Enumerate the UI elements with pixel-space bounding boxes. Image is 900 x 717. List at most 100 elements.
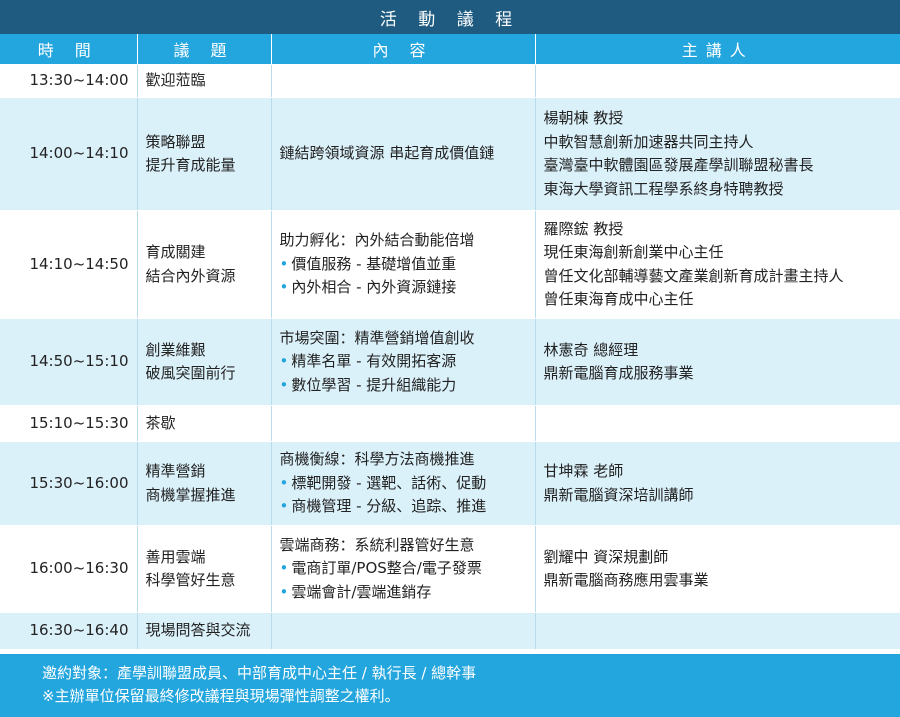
row-topic: 善用雲端科學管好生意 [137,525,272,613]
row-time: 15:10~15:30 [0,405,138,442]
content-title: 市場突圍：精準營銷增值創收 [279,328,475,347]
content-bullet: • 商機管理 - 分級、追踪、推進 [280,495,527,519]
row-topic: 創業維艱破風突圍前行 [137,318,272,406]
row-content [271,612,536,650]
speaker-line: 鼎新電腦育成服務事業 [543,364,694,382]
bullet-text: 電商訂單/POS整合/電子發票 [291,559,482,578]
speaker-line: 曾任文化部輔導藝文產業創新育成計畫主持人 [543,266,844,285]
row-speaker: 甘坤霖 老師鼎新電腦資深培訓講師 [535,441,900,526]
topic-line: 提升育成能量 [145,156,236,174]
topic-line: 策略聯盟 [145,132,206,151]
bullet-dot-icon: • [279,278,289,297]
row-time: 13:30~14:00 [0,64,138,98]
row-topic: 歡迎蒞臨 [137,64,272,98]
row-speaker [535,64,900,98]
speaker-line: 東海大學資訊工程學系終身特聘教授 [543,179,784,198]
footer-disclaimer-line: ※主辦單位保留最終修改議程與現場彈性調整之權利。 [42,687,400,705]
topic-line: 創業維艱 [145,340,206,359]
row-time: 16:00~16:30 [0,525,138,613]
table-row: 13:30~14:00 歡迎蒞臨 [0,64,900,98]
agenda-page: 活 動 議 程 時 間 議 題 內 容 主講人 13:30~14:00 歡迎蒞臨 1… [0,0,900,717]
content-title: 雲端商務：系統利器管好生意 [279,535,475,554]
content-bullet: • 標靶開發 - 選靶、話術、促動 [280,472,527,496]
bullet-dot-icon: • [279,352,289,371]
content-bullet: • 價值服務 - 基礎增值並重 [280,253,527,277]
bullet-dot-icon: • [279,254,289,273]
bullet-dot-icon: • [279,375,289,394]
header-time: 時 間 [0,34,138,65]
speaker-line: 曾任東海育成中心主任 [543,290,694,308]
topic-line: 現場問答與交流 [145,621,251,640]
row-topic: 茶歇 [137,405,272,442]
content-bullet: • 精準名單 - 有效開拓客源 [280,350,527,374]
row-speaker [535,612,900,650]
table-header-row: 時 間 議 題 內 容 主講人 [0,34,900,65]
content-bullet: • 內外相合 - 內外資源鏈接 [280,276,527,300]
table-row: 14:50~15:10 創業維艱 破風突圍前行 市場突圍：精準營銷增值創收 • 精準名單 … [0,318,900,406]
row-speaker: 林憲奇 總經理 鼎新電腦育成服務事業 [535,318,900,406]
row-content: 市場突圍：精準營銷增值創收 • 精準名單 - 有效開拓客源 • 數位學習 - 提升組織能… [271,318,536,406]
header-speaker: 主講人 [535,34,900,65]
topic-line: 科學管好生意 [145,571,236,589]
row-content: 助力孵化：內外結合動能倍增 • 價值服務 - 基礎增值並重 • 內外相合 - 內外資源鏈… [271,210,536,319]
topic-line: 破風突圍前行 [145,364,236,382]
speaker-line: 甘坤霖 老師 [543,462,624,480]
topic-line: 商機掌握推進 [145,485,236,504]
row-topic: 育成關建結合內外資源 [137,210,272,319]
content-bullet: • 數位學習 - 提升組織能力 [280,374,527,398]
row-topic: 精準營銷商機掌握推進 [137,441,272,526]
topic-line: 茶歇 [145,413,176,432]
row-content: 雲端商務：系統利器管好生意 • 電商訂單/POS整合/電子發票 • 雲端會計/雲端進銷存 [271,525,536,613]
bullet-text: 雲端會計/雲端進銷存 [291,582,432,601]
row-topic: 策略聯盟提升育成能量 [137,97,272,211]
speaker-line: 中軟智慧創新加速器共同主持人 [543,132,754,151]
topic-line: 結合內外資源 [145,266,236,285]
speaker-line: 臺灣臺中軟體園區發展產學訓聯盟秘書長 [543,156,814,174]
bullet-text: 標靶開發 - 選靶、話術、促動 [291,473,487,492]
row-time: 16:30~16:40 [0,612,138,650]
row-content: 鏈結跨領域資源 串起育成價值鏈 [271,97,536,211]
row-time: 14:10~14:50 [0,210,138,319]
row-speaker: 劉耀中 資深規劃師鼎新電腦商務應用雲事業 [535,525,900,613]
row-content: 商機衡線：科學方法商機推進 • 標靶開發 - 選靶、話術、促動 • 商機管理 - 分級、… [271,441,536,526]
row-speaker: 楊朝棟 教授中軟智慧創新加速器共同主持人臺灣臺中軟體園區發展產學訓聯盟秘書長 東海… [535,97,900,211]
topic-line: 育成關建 [145,243,206,261]
row-time: 14:50~15:10 [0,318,138,406]
speaker-line: 現任東海創新創業中心主任 [543,243,724,261]
row-time: 14:00~14:10 [0,97,138,211]
agenda-table: 時 間 議 題 內 容 主講人 13:30~14:00 歡迎蒞臨 14:00~14:… [0,34,900,650]
bullet-text: 內外相合 - 內外資源鏈接 [291,278,457,297]
content-title: 鏈結跨領域資源 串起育成價值鏈 [279,144,495,163]
content-title: 助力孵化：內外結合動能倍增 [279,231,475,250]
speaker-line: 鼎新電腦資深培訓講師 [543,485,694,504]
row-speaker [535,405,900,442]
row-speaker: 羅際鋐 教授 現任東海創新創業中心主任 曾任文化部輔導藝文產業創新育成計畫主持人 曾任… [535,210,900,319]
table-row: 16:30~16:40 現場問答與交流 [0,612,900,650]
table-row: 16:00~16:30 善用雲端 科學管好生意 雲端商務：系統利器管好生意 • 電商訂單/… [0,525,900,613]
page-title: 活 動 議 程 [0,0,900,34]
table-row: 15:10~15:30 茶歇 [0,405,900,442]
topic-line: 善用雲端 [145,547,206,566]
bullet-dot-icon: • [279,473,289,492]
header-topic: 議 題 [137,34,272,65]
content-bullet: • 電商訂單/POS整合/電子發票 [280,557,527,581]
topic-line: 精準營銷 [145,462,206,480]
footer-notes: 邀約對象：產學訓聯盟成員、中部育成中心主任 / 執行長 / 總幹事 ※主辦單位保… [0,654,900,717]
bullet-text: 精準名單 - 有效開拓客源 [291,352,457,371]
table-row: 15:30~16:00 精準營銷 商機掌握推進 商機衡線：科學方法商機推進 • 標靶開發 … [0,441,900,526]
table-row: 14:10~14:50 育成關建 結合內外資源 助力孵化：內外結合動能倍增 • 價值服務 … [0,210,900,319]
speaker-line: 劉耀中 資深規劃師 [543,547,669,566]
bullet-text: 商機管理 - 分級、追踪、推進 [291,497,487,516]
row-time: 15:30~16:00 [0,441,138,526]
agenda-body: 13:30~14:00 歡迎蒞臨 14:00~14:10 策略聯盟 提升育成能量 鏈結跨領… [0,64,900,650]
speaker-line: 楊朝棟 教授 [543,109,624,127]
topic-line: 歡迎蒞臨 [145,71,206,90]
speaker-line: 鼎新電腦商務應用雲事業 [543,571,709,589]
row-content [271,405,536,442]
bullet-dot-icon: • [279,559,289,578]
bullet-text: 數位學習 - 提升組織能力 [291,375,457,394]
bullet-dot-icon: • [279,497,289,516]
bullet-text: 價值服務 - 基礎增值並重 [291,254,457,273]
content-title: 商機衡線：科學方法商機推進 [279,450,475,469]
footer-invite-line: 邀約對象：產學訓聯盟成員、中部育成中心主任 / 執行長 / 總幹事 [42,664,477,682]
